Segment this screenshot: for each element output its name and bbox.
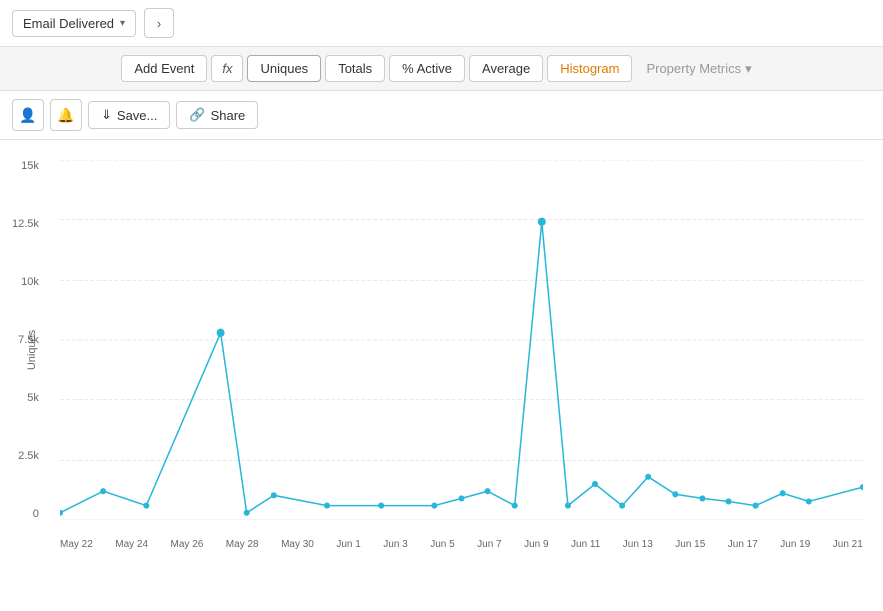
y-label-0: 0 — [12, 508, 39, 520]
x-label-may30: May 30 — [281, 539, 314, 550]
data-point — [592, 481, 598, 487]
data-point — [431, 503, 437, 509]
uniques-button[interactable]: Uniques — [247, 55, 321, 82]
email-delivered-dropdown[interactable]: Email Delivered ▾ — [12, 10, 136, 37]
chart-area: 15k 12.5k 10k 7.5k 5k 2.5k 0 — [60, 160, 863, 520]
dropdown-label: Email Delivered — [23, 16, 114, 31]
x-labels: May 22 May 24 May 26 May 28 May 30 Jun 1… — [60, 539, 863, 550]
user-icon: 👤 — [19, 107, 36, 124]
chart-svg — [60, 160, 863, 520]
data-point — [143, 503, 149, 509]
save-button[interactable]: ⇓ Save... — [88, 101, 170, 129]
y-label-7-5k: 7.5k — [12, 334, 39, 346]
x-label-jun17: Jun 17 — [728, 539, 758, 550]
data-point — [806, 498, 812, 504]
share-label: Share — [211, 108, 246, 123]
data-point — [565, 503, 571, 509]
average-button[interactable]: Average — [469, 55, 543, 82]
x-label-jun15: Jun 15 — [675, 539, 705, 550]
chart-container: Uniques 15k 12.5k 10k 7.5k 5k 2.5k 0 — [0, 140, 883, 560]
property-metrics-label: Property Metrics — [646, 61, 741, 76]
data-point — [699, 495, 705, 501]
formula-button[interactable]: fx — [211, 55, 243, 82]
pct-active-label: % Active — [402, 61, 452, 76]
data-point — [645, 474, 651, 480]
data-point — [753, 503, 759, 509]
data-point — [725, 498, 731, 504]
totals-button[interactable]: Totals — [325, 55, 385, 82]
save-label: Save... — [117, 108, 157, 123]
x-label-jun9: Jun 9 — [524, 539, 548, 550]
add-event-button[interactable]: Add Event — [121, 55, 207, 82]
x-label-may22: May 22 — [60, 539, 93, 550]
x-label-may28: May 28 — [226, 539, 259, 550]
share-icon: 🔗 — [189, 107, 205, 123]
data-point — [619, 503, 625, 509]
data-point — [244, 510, 250, 516]
data-point — [60, 510, 63, 516]
data-point — [512, 503, 518, 509]
y-labels: 15k 12.5k 10k 7.5k 5k 2.5k 0 — [12, 160, 39, 520]
y-label-12-5k: 12.5k — [12, 218, 39, 230]
x-label-jun5: Jun 5 — [430, 539, 454, 550]
y-label-2-5k: 2.5k — [12, 450, 39, 462]
bell-icon: 🔔 — [57, 107, 74, 124]
data-point-spike2 — [538, 218, 546, 226]
x-label-jun11: Jun 11 — [571, 539, 600, 550]
x-label-jun21: Jun 21 — [833, 539, 863, 550]
data-point — [458, 495, 464, 501]
chart-line — [60, 222, 863, 513]
y-label-10k: 10k — [12, 276, 39, 288]
action-bar: 👤 🔔 ⇓ Save... 🔗 Share — [0, 91, 883, 140]
data-point — [860, 484, 863, 490]
data-point — [485, 488, 491, 494]
bell-icon-button[interactable]: 🔔 — [50, 99, 82, 131]
data-point — [378, 503, 384, 509]
share-button[interactable]: 🔗 Share — [176, 101, 258, 129]
x-label-may26: May 26 — [171, 539, 204, 550]
pct-active-button[interactable]: % Active — [389, 55, 465, 82]
x-label-may24: May 24 — [115, 539, 148, 550]
toolbar: Add Event fx Uniques Totals % Active Ave… — [0, 47, 883, 91]
x-label-jun1: Jun 1 — [336, 539, 360, 550]
top-bar: Email Delivered ▾ › — [0, 0, 883, 47]
y-label-15k: 15k — [12, 160, 39, 172]
data-point — [100, 488, 106, 494]
data-point — [271, 492, 277, 498]
x-label-jun3: Jun 3 — [383, 539, 407, 550]
data-point — [672, 491, 678, 497]
x-label-jun13: Jun 13 — [623, 539, 653, 550]
histogram-button[interactable]: Histogram — [547, 55, 632, 82]
data-point — [780, 490, 786, 496]
property-metrics-arrow-icon: ▾ — [745, 61, 752, 77]
dropdown-arrow-icon: ▾ — [120, 18, 125, 29]
user-icon-button[interactable]: 👤 — [12, 99, 44, 131]
save-icon: ⇓ — [101, 107, 112, 123]
property-metrics-button[interactable]: Property Metrics ▾ — [636, 56, 761, 82]
x-label-jun19: Jun 19 — [780, 539, 810, 550]
data-point — [324, 503, 330, 509]
data-point-spike1 — [217, 329, 225, 337]
forward-arrow-icon: › — [157, 16, 161, 31]
x-label-jun7: Jun 7 — [477, 539, 501, 550]
y-label-5k: 5k — [12, 392, 39, 404]
forward-nav-button[interactable]: › — [144, 8, 174, 38]
